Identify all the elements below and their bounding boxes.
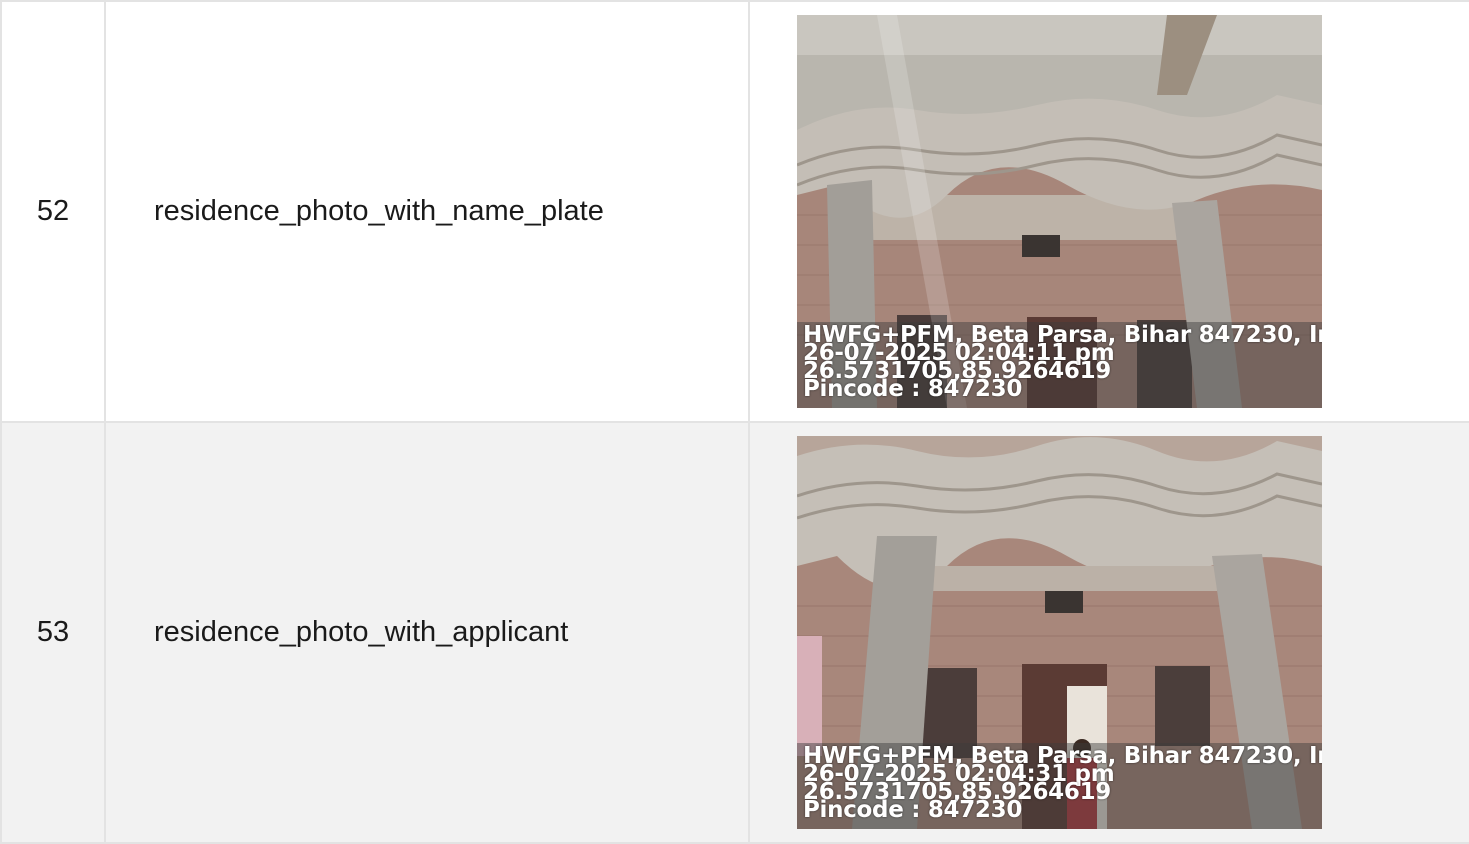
table-row: 53 residence_photo_with_applicant HWFG+P… — [0, 421, 1469, 844]
row-number: 53 — [0, 421, 106, 844]
residence-photo[interactable]: HWFG+PFM, Beta Parsa, Bihar 847230, Indi… — [797, 15, 1322, 408]
table-row: 52 residence_photo_with_name_plate HWFG+… — [0, 0, 1469, 423]
photo-cell: HWFG+PFM, Beta Parsa, Bihar 847230, Indi… — [748, 421, 1469, 844]
residence-photo[interactable]: HWFG+PFM, Beta Parsa, Bihar 847230, Indi… — [797, 436, 1322, 829]
field-name: residence_photo_with_name_plate — [104, 0, 750, 423]
document-table: 52 residence_photo_with_name_plate HWFG+… — [0, 0, 1469, 844]
photo-geo-stamp: HWFG+PFM, Beta Parsa, Bihar 847230, Indi… — [797, 743, 1322, 829]
photo-cell: HWFG+PFM, Beta Parsa, Bihar 847230, Indi… — [748, 0, 1469, 423]
field-name: residence_photo_with_applicant — [104, 421, 750, 844]
photo-geo-stamp: HWFG+PFM, Beta Parsa, Bihar 847230, Indi… — [797, 322, 1322, 408]
row-number: 52 — [0, 0, 106, 423]
